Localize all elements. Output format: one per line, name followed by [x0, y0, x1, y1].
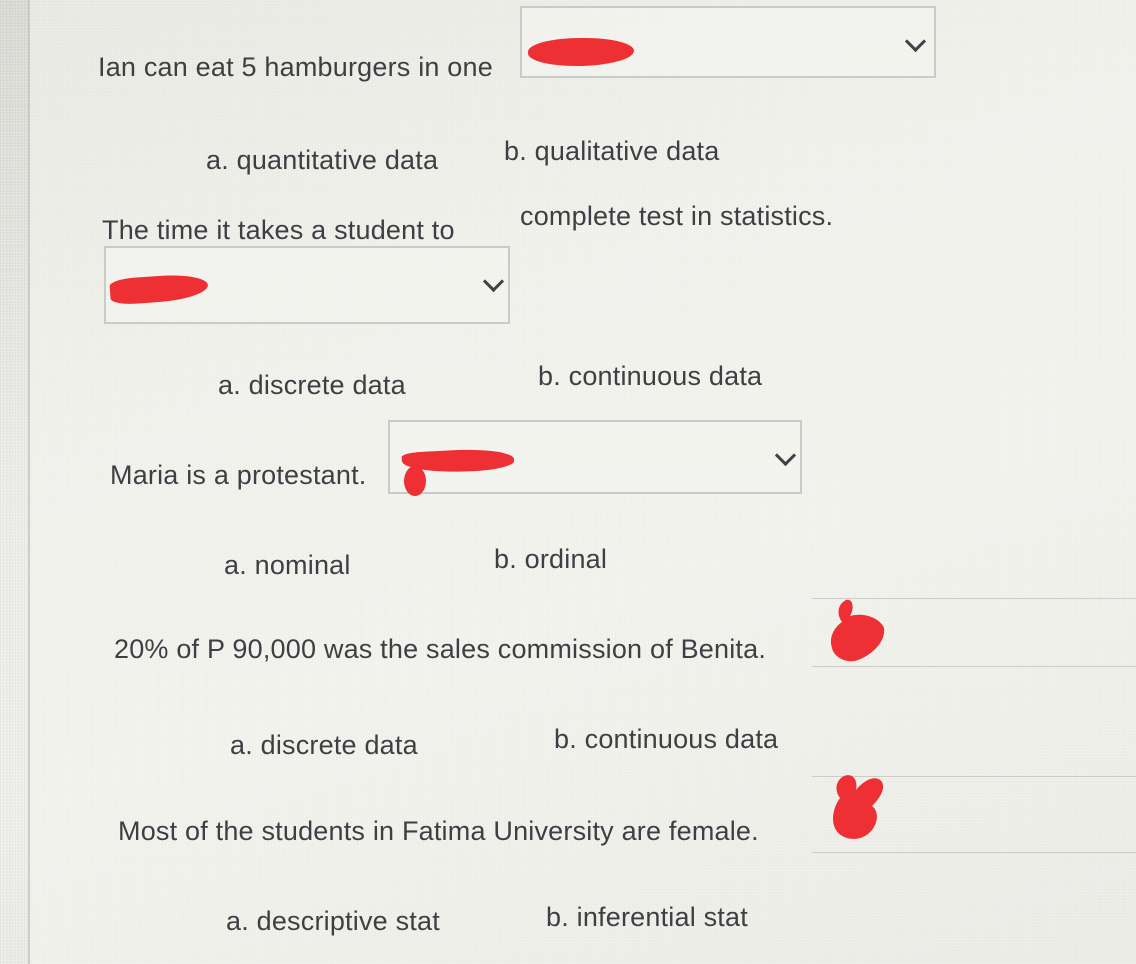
divider-line: [812, 666, 1136, 667]
red-ink-mark: [833, 775, 884, 839]
question-2-prompt: The time it takes a student to: [102, 215, 455, 245]
question-1-answer-dropdown[interactable]: [520, 6, 936, 78]
question-3-answer-dropdown[interactable]: [388, 420, 802, 496]
question-4-prompt: 20% of P 90,000 was the sales commission…: [114, 634, 767, 664]
chevron-down-icon: [904, 30, 927, 53]
question-2-answer-dropdown[interactable]: [104, 246, 510, 324]
question-5-prompt: Most of the students in Fatima Universit…: [118, 816, 759, 846]
chevron-down-icon: [774, 444, 797, 467]
divider-line: [812, 852, 1136, 853]
question-2-option-b: b. continuous data: [538, 361, 763, 391]
question-1-option-a: a. quantitative data: [206, 145, 439, 175]
question-4-option-a: a. discrete data: [230, 730, 418, 760]
question-2-prompt-continued: complete test in statistics.: [520, 201, 834, 231]
question-5-option-b: b. inferential stat: [546, 902, 748, 932]
question-2-option-a: a. discrete data: [218, 370, 406, 400]
question-4-option-b: b. continuous data: [554, 724, 779, 754]
question-3-redaction-tail: [404, 466, 426, 496]
question-5-option-a: a. descriptive stat: [226, 906, 440, 936]
question-3-prompt: Maria is a protestant.: [110, 460, 367, 490]
question-2-redaction: [109, 272, 209, 306]
question-1-prompt: Ian can eat 5 hamburgers in one: [98, 52, 493, 82]
question-1-redaction: [528, 38, 634, 66]
chevron-down-icon: [482, 270, 505, 293]
red-ink-mark: [830, 599, 885, 662]
question-3-option-a: a. nominal: [224, 550, 351, 580]
question-1-option-b: b. qualitative data: [504, 136, 720, 166]
question-3-option-b: b. ordinal: [494, 544, 608, 574]
